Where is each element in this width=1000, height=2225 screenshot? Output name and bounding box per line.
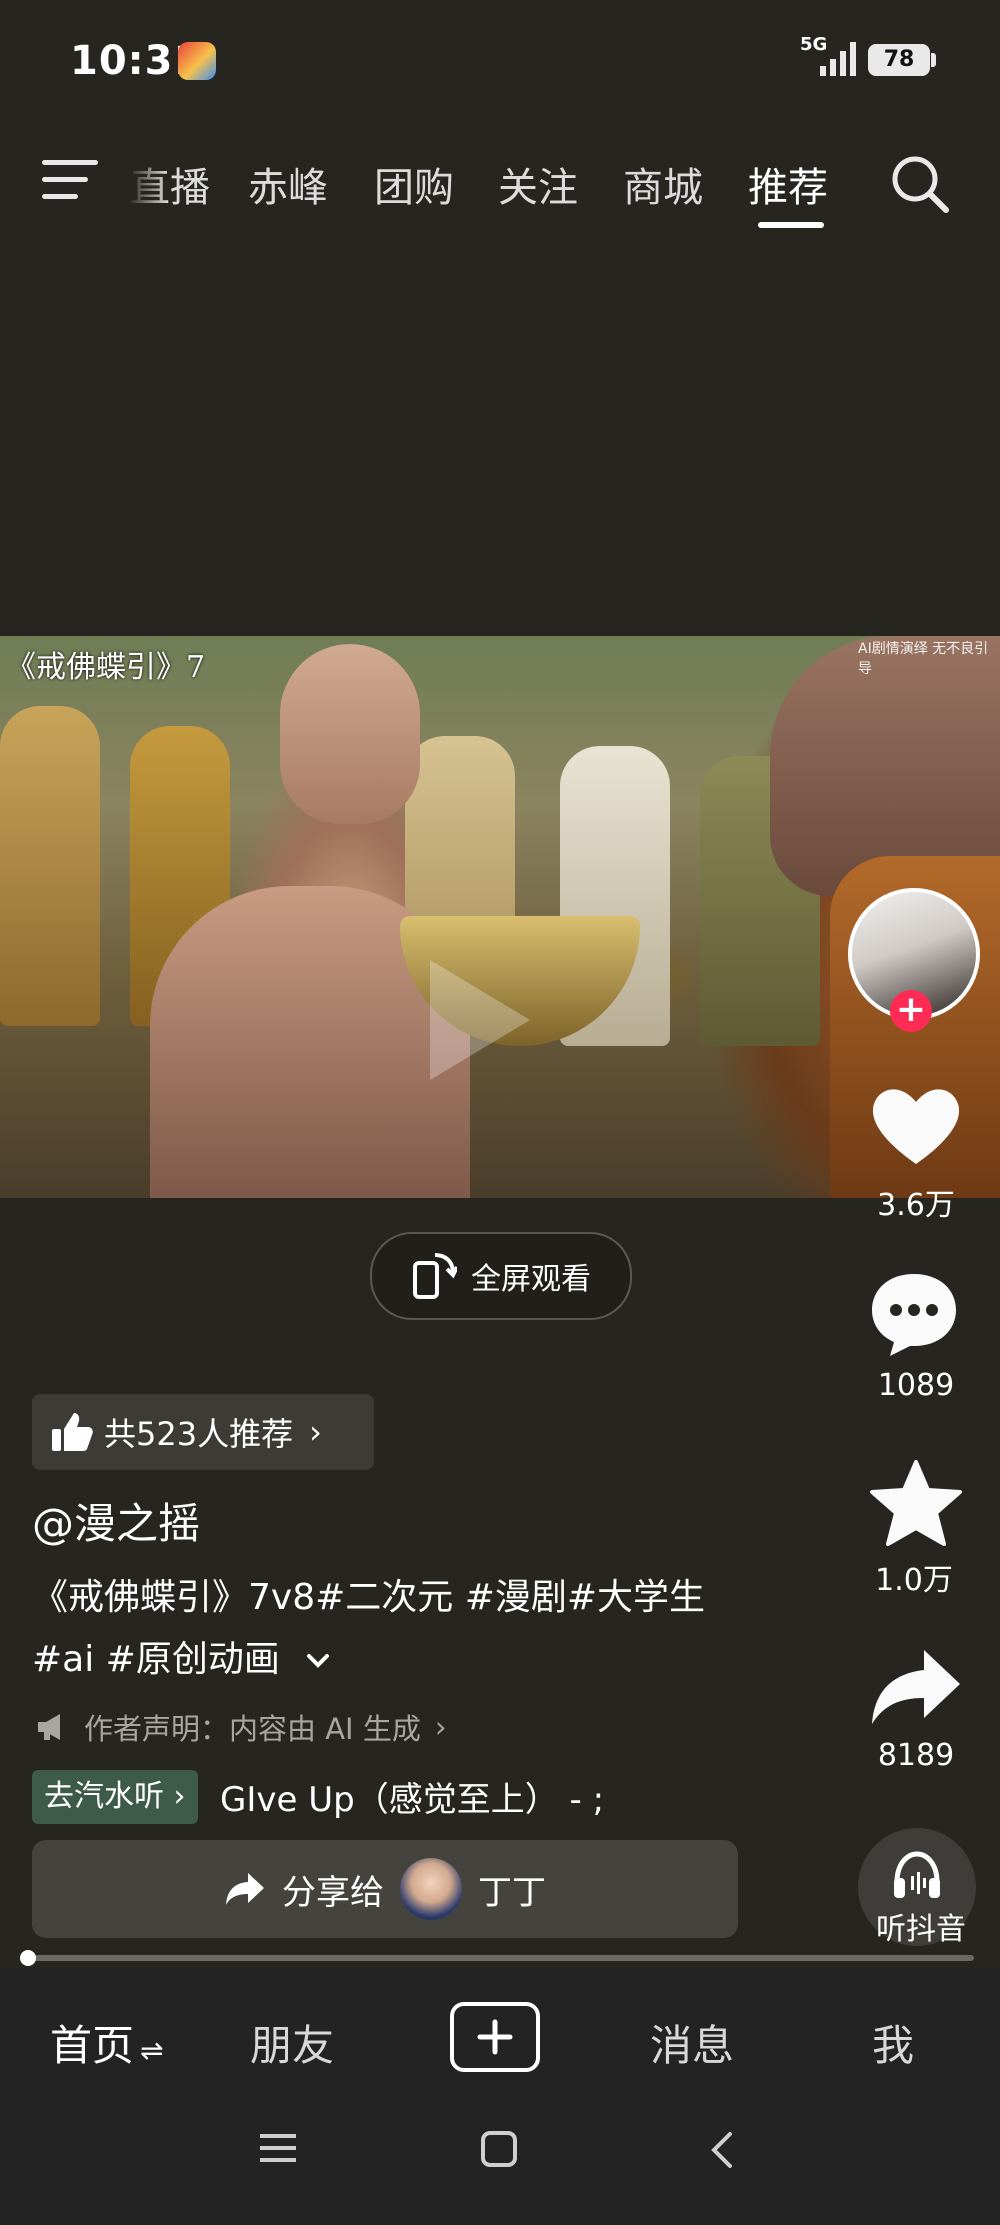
description-line-2[interactable]: #ai #原创动画 <box>32 1630 331 1682</box>
tab-following[interactable]: 关注 <box>498 155 578 213</box>
recommend-count-text: 共523人推荐 <box>104 1415 294 1453</box>
author-name[interactable]: @漫之摇 <box>32 1490 200 1551</box>
nav-messages[interactable]: 消息 <box>650 2012 734 2073</box>
nav-friends[interactable]: 朋友 <box>250 2012 334 2073</box>
friend-avatar <box>400 1858 462 1920</box>
heart-icon[interactable] <box>866 1080 966 1170</box>
fullscreen-button[interactable]: 全屏观看 <box>370 1232 632 1320</box>
chevron-down-icon[interactable] <box>305 1651 331 1671</box>
comment-icon[interactable] <box>864 1268 964 1358</box>
recent-apps-icon[interactable] <box>258 2130 298 2166</box>
thumbs-up-icon <box>52 1413 93 1451</box>
play-icon[interactable] <box>430 960 530 1080</box>
share-count: 8189 <box>877 1738 955 1773</box>
battery-nub <box>931 53 936 67</box>
video-progress-bar[interactable] <box>28 1955 974 1961</box>
favorite-count: 1.0万 <box>875 1563 953 1598</box>
tab-fade <box>128 150 168 210</box>
share-to-friend-bar[interactable]: 分享给 丁丁 <box>32 1840 738 1938</box>
chevron-right-icon: › <box>434 1710 447 1744</box>
music-badge-text: 去汽水听 <box>44 1779 164 1814</box>
star-icon[interactable] <box>866 1458 966 1548</box>
comment-count: 1089 <box>877 1368 955 1403</box>
like-count: 3.6万 <box>877 1188 955 1223</box>
switch-arrows-icon: ⇌ <box>140 2034 164 2067</box>
listen-douyin-label: 听抖音 <box>876 1912 966 1947</box>
active-tab-indicator <box>758 222 824 228</box>
follow-plus-icon[interactable]: + <box>890 990 932 1032</box>
rotate-screen-icon <box>413 1253 457 1299</box>
fullscreen-label: 全屏观看 <box>471 1262 591 1297</box>
chevron-right-icon: › <box>164 1779 186 1814</box>
friend-name: 丁丁 <box>478 1872 546 1913</box>
search-icon[interactable] <box>888 152 952 216</box>
tab-group-buy[interactable]: 团购 <box>374 155 454 213</box>
chevron-right-icon: › <box>309 1413 322 1451</box>
description-line-1[interactable]: 《戒佛蝶引》7v8#二次元 #漫剧#大学生 <box>32 1568 705 1620</box>
signal-icon <box>820 42 856 76</box>
ai-declaration[interactable]: 作者声明：内容由 AI 生成 › <box>36 1706 446 1748</box>
back-icon[interactable] <box>706 2130 736 2170</box>
nav-me[interactable]: 我 <box>872 2012 914 2073</box>
megaphone-icon <box>38 1714 60 1740</box>
recommend-count-button[interactable]: 共523人推荐 › <box>32 1394 374 1470</box>
hamburger-menu-icon[interactable] <box>42 160 98 204</box>
ai-declaration-text: 作者声明：内容由 AI 生成 <box>84 1712 421 1746</box>
tab-chifeng[interactable]: 赤峰 <box>248 155 328 213</box>
tab-mall[interactable]: 商城 <box>623 155 703 213</box>
music-app-badge[interactable]: 去汽水听 › <box>32 1770 198 1824</box>
video-player[interactable] <box>0 636 1000 1198</box>
share-label: 分享给 <box>282 1872 384 1913</box>
douyin-notification-icon <box>178 42 216 80</box>
home-icon[interactable] <box>480 2130 520 2168</box>
nav-home[interactable]: 首页 ⇌ <box>50 2012 163 2073</box>
video-title-overlay: 《戒佛蝶引》7 <box>6 650 206 685</box>
headphones-icon <box>894 1851 940 1898</box>
battery-icon: 78 <box>868 44 930 76</box>
progress-knob[interactable] <box>20 1950 36 1966</box>
description-text: #ai #原创动画 <box>32 1639 280 1680</box>
ai-content-tag: AI剧情演绎 无不良引导 <box>858 641 989 677</box>
create-post-button[interactable] <box>450 2002 540 2072</box>
share-arrow-icon[interactable] <box>866 1644 966 1734</box>
music-title[interactable]: GIve Up（感觉至上） - ; <box>220 1772 604 1821</box>
nav-home-label: 首页 <box>50 2021 135 2070</box>
tab-recommend[interactable]: 推荐 <box>748 155 828 213</box>
share-arrow-icon <box>226 1873 264 1905</box>
plus-icon <box>477 2019 513 2055</box>
